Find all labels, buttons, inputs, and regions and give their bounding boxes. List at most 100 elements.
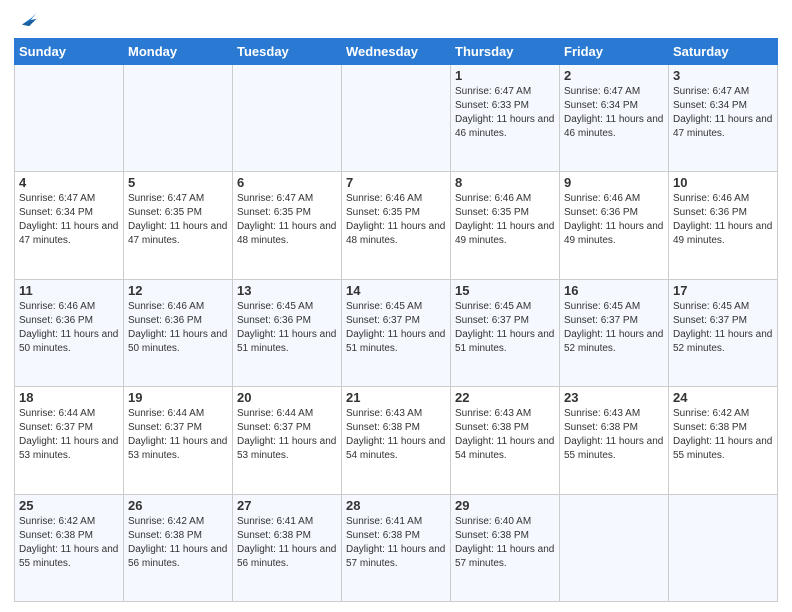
day-number: 4 — [19, 175, 119, 190]
logo-bird-icon — [16, 10, 38, 32]
calendar-cell — [669, 494, 778, 601]
day-info: Sunrise: 6:43 AM Sunset: 6:38 PM Dayligh… — [455, 407, 555, 463]
day-number: 10 — [673, 175, 773, 190]
page: SundayMondayTuesdayWednesdayThursdayFrid… — [0, 0, 792, 612]
day-info: Sunrise: 6:47 AM Sunset: 6:35 PM Dayligh… — [128, 192, 228, 248]
calendar-cell: 10Sunrise: 6:46 AM Sunset: 6:36 PM Dayli… — [669, 172, 778, 279]
calendar-cell: 25 Sunrise: 6:42 AM Sunset: 6:38 PM Dayli… — [15, 494, 124, 601]
day-info: Sunrise: 6:45 AM Sunset: 6:37 PM Dayligh… — [346, 300, 446, 356]
calendar-cell: 14 Sunrise: 6:45 AM Sunset: 6:37 PM Dayli… — [342, 279, 451, 386]
weekday-header-sunday: Sunday — [15, 39, 124, 65]
calendar-cell: 8 Sunrise: 6:46 AM Sunset: 6:35 PM Daylig… — [451, 172, 560, 279]
calendar-cell: 22 Sunrise: 6:43 AM Sunset: 6:38 PM Dayli… — [451, 387, 560, 494]
day-number: 14 — [346, 283, 446, 298]
day-info: Sunrise: 6:47 AM Sunset: 6:35 PM Dayligh… — [237, 192, 337, 248]
calendar-cell: 11 Sunrise: 6:46 AM Sunset: 6:36 PM Dayli… — [15, 279, 124, 386]
calendar-cell — [233, 65, 342, 172]
day-number: 19 — [128, 390, 228, 405]
calendar-cell — [342, 65, 451, 172]
weekday-header-thursday: Thursday — [451, 39, 560, 65]
calendar-cell: 6 Sunrise: 6:47 AM Sunset: 6:35 PM Daylig… — [233, 172, 342, 279]
day-info: Sunrise: 6:45 AM Sunset: 6:37 PM Dayligh… — [564, 300, 664, 356]
day-info: Sunrise: 6:47 AM Sunset: 6:34 PM Dayligh… — [673, 85, 773, 141]
day-number: 29 — [455, 498, 555, 513]
day-number: 1 — [455, 68, 555, 83]
weekday-header-row: SundayMondayTuesdayWednesdayThursdayFrid… — [15, 39, 778, 65]
week-row-2: 4 Sunrise: 6:47 AM Sunset: 6:34 PM Daylig… — [15, 172, 778, 279]
header — [14, 10, 778, 32]
calendar-cell: 28 Sunrise: 6:41 AM Sunset: 6:38 PM Dayli… — [342, 494, 451, 601]
day-info: Sunrise: 6:46 AM Sunset: 6:36 PM Dayligh… — [128, 300, 228, 356]
day-number: 15 — [455, 283, 555, 298]
day-info: Sunrise: 6:42 AM Sunset: 6:38 PM Dayligh… — [673, 407, 773, 463]
day-number: 5 — [128, 175, 228, 190]
calendar-cell: 21Sunrise: 6:43 AM Sunset: 6:38 PM Dayli… — [342, 387, 451, 494]
week-row-3: 11 Sunrise: 6:46 AM Sunset: 6:36 PM Dayli… — [15, 279, 778, 386]
week-row-1: 1 Sunrise: 6:47 AM Sunset: 6:33 PM Daylig… — [15, 65, 778, 172]
day-info: Sunrise: 6:40 AM Sunset: 6:38 PM Dayligh… — [455, 515, 555, 571]
day-info: Sunrise: 6:42 AM Sunset: 6:38 PM Dayligh… — [19, 515, 119, 571]
calendar-cell: 15 Sunrise: 6:45 AM Sunset: 6:37 PM Dayli… — [451, 279, 560, 386]
day-info: Sunrise: 6:47 AM Sunset: 6:34 PM Dayligh… — [19, 192, 119, 248]
day-number: 24 — [673, 390, 773, 405]
day-info: Sunrise: 6:44 AM Sunset: 6:37 PM Dayligh… — [19, 407, 119, 463]
day-number: 9 — [564, 175, 664, 190]
calendar-cell: 19 Sunrise: 6:44 AM Sunset: 6:37 PM Dayli… — [124, 387, 233, 494]
day-number: 23 — [564, 390, 664, 405]
day-number: 2 — [564, 68, 664, 83]
calendar-cell: 23 Sunrise: 6:43 AM Sunset: 6:38 PM Dayli… — [560, 387, 669, 494]
day-info: Sunrise: 6:44 AM Sunset: 6:37 PM Dayligh… — [237, 407, 337, 463]
day-info: Sunrise: 6:41 AM Sunset: 6:38 PM Dayligh… — [346, 515, 446, 571]
day-number: 28 — [346, 498, 446, 513]
day-number: 6 — [237, 175, 337, 190]
day-info: Sunrise: 6:44 AM Sunset: 6:37 PM Dayligh… — [128, 407, 228, 463]
day-number: 17 — [673, 283, 773, 298]
day-number: 8 — [455, 175, 555, 190]
calendar-cell: 27Sunrise: 6:41 AM Sunset: 6:38 PM Dayli… — [233, 494, 342, 601]
calendar-cell — [560, 494, 669, 601]
day-number: 26 — [128, 498, 228, 513]
calendar-cell: 1 Sunrise: 6:47 AM Sunset: 6:33 PM Daylig… — [451, 65, 560, 172]
day-number: 27 — [237, 498, 337, 513]
week-row-5: 25 Sunrise: 6:42 AM Sunset: 6:38 PM Dayli… — [15, 494, 778, 601]
week-row-4: 18 Sunrise: 6:44 AM Sunset: 6:37 PM Dayli… — [15, 387, 778, 494]
calendar-cell — [124, 65, 233, 172]
day-info: Sunrise: 6:42 AM Sunset: 6:38 PM Dayligh… — [128, 515, 228, 571]
calendar-cell: 18 Sunrise: 6:44 AM Sunset: 6:37 PM Dayli… — [15, 387, 124, 494]
calendar-cell: 24 Sunrise: 6:42 AM Sunset: 6:38 PM Dayli… — [669, 387, 778, 494]
day-info: Sunrise: 6:47 AM Sunset: 6:34 PM Dayligh… — [564, 85, 664, 141]
day-info: Sunrise: 6:45 AM Sunset: 6:36 PM Dayligh… — [237, 300, 337, 356]
day-number: 18 — [19, 390, 119, 405]
calendar-cell: 16Sunrise: 6:45 AM Sunset: 6:37 PM Dayli… — [560, 279, 669, 386]
day-number: 20 — [237, 390, 337, 405]
calendar-cell: 3Sunrise: 6:47 AM Sunset: 6:34 PM Daylig… — [669, 65, 778, 172]
calendar-cell: 12 Sunrise: 6:46 AM Sunset: 6:36 PM Dayli… — [124, 279, 233, 386]
calendar-cell: 2 Sunrise: 6:47 AM Sunset: 6:34 PM Daylig… — [560, 65, 669, 172]
day-info: Sunrise: 6:47 AM Sunset: 6:33 PM Dayligh… — [455, 85, 555, 141]
day-info: Sunrise: 6:46 AM Sunset: 6:35 PM Dayligh… — [346, 192, 446, 248]
calendar-cell: 7Sunrise: 6:46 AM Sunset: 6:35 PM Daylig… — [342, 172, 451, 279]
day-number: 22 — [455, 390, 555, 405]
calendar-cell: 4 Sunrise: 6:47 AM Sunset: 6:34 PM Daylig… — [15, 172, 124, 279]
weekday-header-monday: Monday — [124, 39, 233, 65]
calendar-cell — [15, 65, 124, 172]
day-info: Sunrise: 6:46 AM Sunset: 6:36 PM Dayligh… — [19, 300, 119, 356]
weekday-header-friday: Friday — [560, 39, 669, 65]
calendar-cell: 17 Sunrise: 6:45 AM Sunset: 6:37 PM Dayli… — [669, 279, 778, 386]
day-info: Sunrise: 6:46 AM Sunset: 6:35 PM Dayligh… — [455, 192, 555, 248]
calendar-cell: 20 Sunrise: 6:44 AM Sunset: 6:37 PM Dayli… — [233, 387, 342, 494]
day-number: 11 — [19, 283, 119, 298]
day-info: Sunrise: 6:45 AM Sunset: 6:37 PM Dayligh… — [455, 300, 555, 356]
calendar-table: SundayMondayTuesdayWednesdayThursdayFrid… — [14, 38, 778, 602]
calendar-cell: 26 Sunrise: 6:42 AM Sunset: 6:38 PM Dayli… — [124, 494, 233, 601]
weekday-header-tuesday: Tuesday — [233, 39, 342, 65]
calendar-cell: 13Sunrise: 6:45 AM Sunset: 6:36 PM Dayli… — [233, 279, 342, 386]
day-info: Sunrise: 6:45 AM Sunset: 6:37 PM Dayligh… — [673, 300, 773, 356]
calendar-cell: 29 Sunrise: 6:40 AM Sunset: 6:38 PM Dayli… — [451, 494, 560, 601]
calendar-cell: 5 Sunrise: 6:47 AM Sunset: 6:35 PM Daylig… — [124, 172, 233, 279]
day-number: 25 — [19, 498, 119, 513]
day-info: Sunrise: 6:43 AM Sunset: 6:38 PM Dayligh… — [564, 407, 664, 463]
logo — [14, 10, 38, 32]
weekday-header-saturday: Saturday — [669, 39, 778, 65]
day-number: 12 — [128, 283, 228, 298]
